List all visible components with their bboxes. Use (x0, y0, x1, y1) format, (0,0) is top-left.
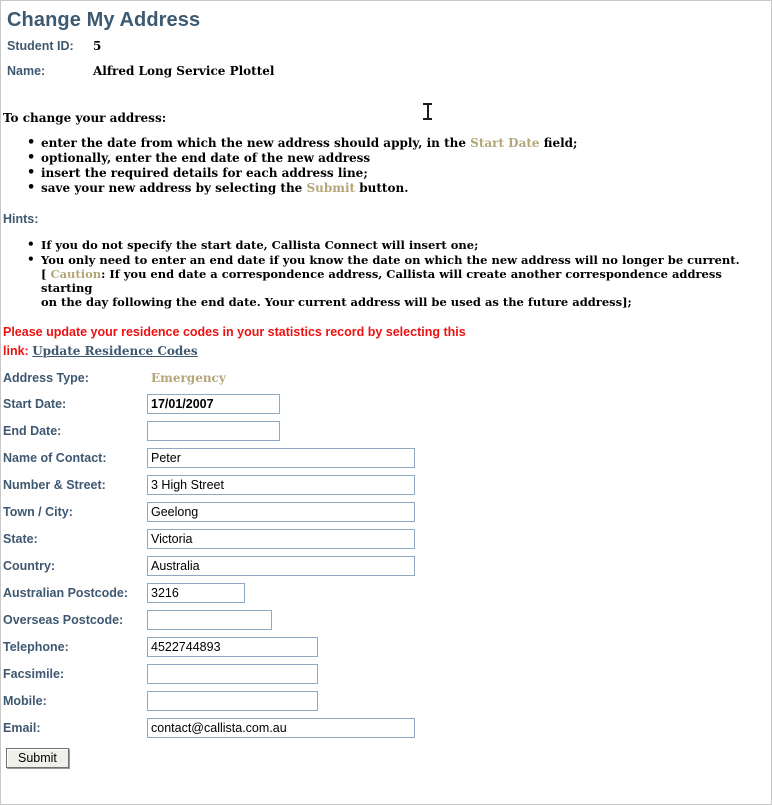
form-row-town-city: Town / City: (1, 499, 771, 526)
student-id-row: Student ID: 5 (7, 39, 771, 55)
state-input[interactable] (147, 529, 415, 549)
email-input[interactable] (147, 718, 415, 738)
address-type-label: Address Type: (3, 371, 89, 385)
address-form: Address Type: Emergency Start Date: End D… (1, 365, 771, 768)
form-row-facsimile: Facsimile: (1, 661, 771, 688)
hint-item: You only need to enter an end date if yo… (1, 252, 771, 309)
instruction-text-pre: optionally, enter the end date of the ne… (41, 151, 371, 165)
end-date-label: End Date: (3, 424, 62, 438)
form-row-state: State: (1, 526, 771, 553)
form-row-country: Country: (1, 553, 771, 580)
form-row-address-type: Address Type: Emergency (1, 365, 771, 391)
instruction-text-pre: enter the date from which the new addres… (41, 136, 471, 150)
hint-text-continued: : If you end date a correspondence addre… (41, 267, 722, 295)
student-name-label: Name: (7, 64, 46, 78)
australian-postcode-input[interactable] (147, 583, 245, 603)
town-city-input[interactable] (147, 502, 415, 522)
hint-caution-line: [ Caution: If you end date a corresponde… (41, 267, 771, 295)
start-date-label: Start Date: (3, 397, 67, 411)
form-row-end-date: End Date: (1, 418, 771, 445)
overseas-postcode-label: Overseas Postcode: (3, 613, 124, 627)
student-name-row: Name: Alfred Long Service Plottel (7, 64, 771, 80)
hints-list: If you do not specify the start date, Ca… (1, 237, 771, 309)
telephone-label: Telephone: (3, 640, 69, 654)
mobile-input[interactable] (147, 691, 318, 711)
form-row-name-of-contact: Name of Contact: (1, 445, 771, 472)
submit-row: Submit (6, 748, 771, 768)
instruction-text-post: field; (539, 136, 578, 150)
change-address-page: Change My Address Student ID: 5 Name: Alfr… (0, 0, 772, 805)
form-row-mobile: Mobile: (1, 688, 771, 715)
instruction-item: enter the date from which the new addres… (1, 135, 771, 151)
form-row-telephone: Telephone: (1, 634, 771, 661)
address-type-value: Emergency (151, 371, 226, 385)
hint-caution-line-2: on the day following the end date. Your … (41, 295, 632, 309)
form-row-australian-postcode: Australian Postcode: (1, 580, 771, 607)
telephone-input[interactable] (147, 637, 318, 657)
student-id-label: Student ID: (7, 39, 74, 53)
student-name-value: Alfred Long Service Plottel (93, 64, 275, 78)
overseas-postcode-input[interactable] (147, 610, 272, 630)
instruction-item: save your new address by selecting the S… (1, 180, 771, 196)
state-label: State: (3, 532, 38, 546)
hint-text: If you do not specify the start date, Ca… (41, 238, 479, 252)
instruction-text-pre: save your new address by selecting the (41, 181, 307, 195)
notice-line-1: Please update your residence codes in yo… (3, 325, 466, 339)
mobile-label: Mobile: (3, 694, 47, 708)
number-street-label: Number & Street: (3, 478, 106, 492)
name-of-contact-label: Name of Contact: (3, 451, 107, 465)
submit-button[interactable]: Submit (6, 748, 69, 768)
form-row-overseas-postcode: Overseas Postcode: (1, 607, 771, 634)
caution-label: Caution (50, 267, 102, 281)
student-id-value: 5 (93, 39, 102, 53)
form-row-number-street: Number & Street: (1, 472, 771, 499)
hint-text: You only need to enter an end date if yo… (41, 253, 740, 267)
residence-codes-notice: Please update your residence codes in yo… (3, 323, 771, 361)
country-input[interactable] (147, 556, 415, 576)
end-date-input[interactable] (147, 421, 280, 441)
form-row-email: Email: (1, 715, 771, 742)
instruction-highlight: Start Date (470, 136, 540, 150)
instruction-item: optionally, enter the end date of the ne… (1, 150, 771, 166)
country-label: Country: (3, 559, 56, 573)
start-date-input[interactable] (147, 394, 280, 414)
town-city-label: Town / City: (3, 505, 73, 519)
hint-item: If you do not specify the start date, Ca… (1, 237, 771, 252)
facsimile-input[interactable] (147, 664, 318, 684)
update-residence-codes-link[interactable]: Update Residence Codes (32, 344, 198, 358)
instruction-item: insert the required details for each add… (1, 165, 771, 181)
number-street-input[interactable] (147, 475, 415, 495)
instruction-highlight: Submit (306, 181, 356, 195)
instructions-list: enter the date from which the new addres… (1, 135, 771, 196)
facsimile-label: Facsimile: (3, 667, 65, 681)
form-row-start-date: Start Date: (1, 391, 771, 418)
hints-title: Hints: (3, 212, 39, 226)
email-label: Email: (3, 721, 41, 735)
notice-line-2-prefix: link: (3, 344, 29, 358)
page-title: Change My Address (7, 9, 201, 31)
instruction-text-pre: insert the required details for each add… (41, 166, 368, 180)
australian-postcode-label: Australian Postcode: (3, 586, 129, 600)
instructions-intro: To change your address: (3, 111, 167, 125)
instruction-text-post: button. (355, 181, 409, 195)
name-of-contact-input[interactable] (147, 448, 415, 468)
